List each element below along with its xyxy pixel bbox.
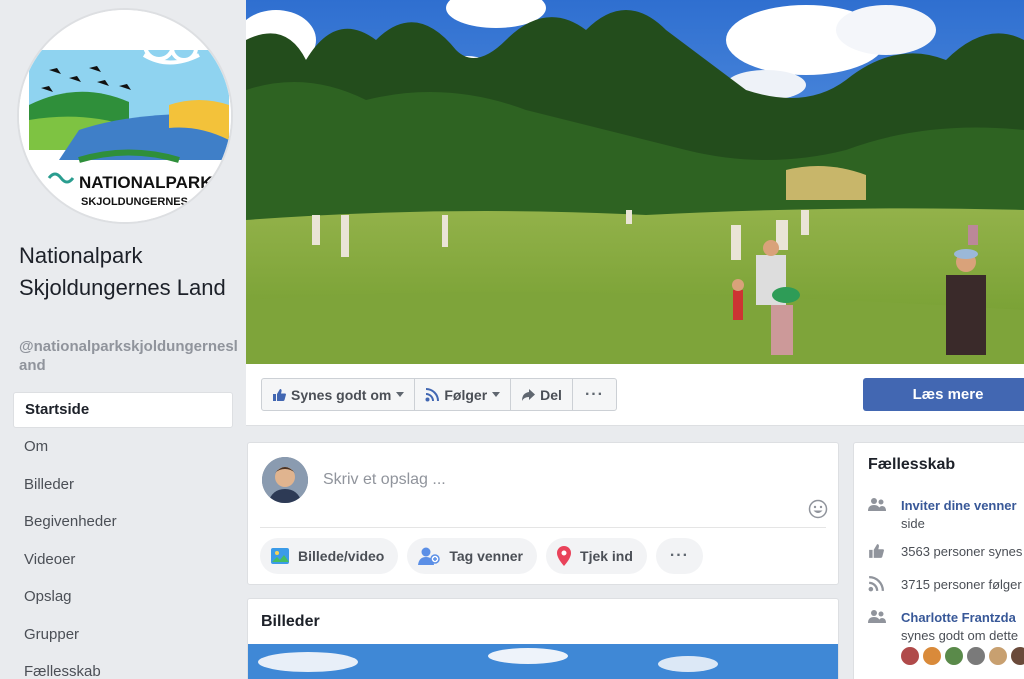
likes-count: 3563 personer synes: [901, 544, 1023, 559]
friend-avatar[interactable]: [922, 646, 942, 666]
post-composer: Skriv et opslag ... Billede/video Tag ve…: [247, 442, 839, 585]
like-button-label: Synes godt om: [291, 386, 392, 403]
nav-item-billeder[interactable]: Billeder: [13, 466, 233, 504]
post-input[interactable]: Skriv et opslag ...: [323, 471, 446, 489]
community-title: Fællesskab: [868, 456, 956, 473]
page-handle[interactable]: @nationalparkskjoldungernesland: [19, 337, 239, 375]
follow-button-label: Følger: [444, 386, 488, 403]
friend-avatar[interactable]: [944, 646, 964, 666]
page-nav: Startside Om Billeder Begivenheder Video…: [13, 392, 233, 679]
nav-item-om[interactable]: Om: [13, 428, 233, 466]
thumbs-up-icon: [273, 388, 286, 401]
nav-item-grupper[interactable]: Grupper: [13, 616, 233, 654]
nav-item-faellesskab[interactable]: Fællesskab: [13, 653, 233, 679]
thumbs-up-icon: [869, 544, 884, 558]
logo-text-skjoldungernes: SKJOLDUNGERNES: [81, 196, 188, 208]
tag-friends-icon: [418, 547, 441, 565]
community-card: Fællesskab Inviter dine venner side 3563…: [853, 442, 1024, 679]
friend-name-link[interactable]: Charlotte Frantzda: [901, 609, 1018, 627]
friend-avatars: [900, 646, 1024, 666]
friend-avatar[interactable]: [900, 646, 920, 666]
left-column: NATIONALPARK SKJOLDUNGERNES Nationalpark…: [0, 0, 246, 679]
photo-icon: [271, 548, 289, 564]
follow-button[interactable]: Følger: [415, 379, 512, 410]
nav-item-begivenheder[interactable]: Begivenheder: [13, 503, 233, 541]
logo-text-national: NATIONALPARK: [79, 173, 213, 192]
photo-video-button[interactable]: Billede/video: [260, 538, 399, 574]
share-button[interactable]: Del: [511, 379, 573, 410]
people-icon: [868, 610, 886, 623]
user-avatar[interactable]: [262, 457, 308, 503]
friend-avatar[interactable]: [966, 646, 986, 666]
composer-actions: Billede/video Tag venner Tjek ind ···: [260, 538, 703, 574]
page-action-bar: Synes godt om Følger Del ··· Læs mere: [246, 364, 1024, 426]
rss-icon: [425, 387, 440, 401]
follows-count: 3715 personer følger: [901, 577, 1022, 592]
composer-more-button[interactable]: ···: [655, 538, 703, 574]
chevron-down-icon: [492, 392, 501, 397]
chevron-down-icon: [396, 392, 405, 397]
rss-icon: [868, 576, 884, 592]
friend-avatar[interactable]: [988, 646, 1008, 666]
park-logo: NATIONALPARK SKJOLDUNGERNES: [19, 10, 231, 222]
emoji-icon[interactable]: [808, 499, 828, 519]
nav-item-startside[interactable]: Startside: [13, 392, 233, 428]
friend-avatar[interactable]: [1010, 646, 1024, 666]
check-in-button[interactable]: Tjek ind: [546, 538, 647, 574]
check-in-label: Tjek ind: [580, 548, 633, 564]
invite-friends-rest: side: [901, 516, 925, 531]
tag-friends-button[interactable]: Tag venner: [407, 538, 538, 574]
page-action-buttons: Synes godt om Følger Del ···: [261, 378, 617, 411]
friend-likes-rest: synes godt om dette: [901, 628, 1019, 643]
page-title: Nationalpark Skjoldungernes Land: [19, 243, 226, 300]
nav-item-videoer[interactable]: Videoer: [13, 541, 233, 579]
photo-video-label: Billede/video: [298, 548, 385, 564]
cover-photo[interactable]: [246, 0, 1024, 364]
share-button-label: Del: [540, 386, 562, 403]
photos-preview[interactable]: [248, 644, 839, 679]
like-button[interactable]: Synes godt om: [262, 379, 416, 410]
invite-friends-link[interactable]: Inviter dine venner: [901, 497, 1017, 515]
user-photo: [262, 457, 308, 503]
tag-friends-label: Tag venner: [449, 548, 524, 564]
share-arrow-icon: [522, 388, 536, 401]
page-profile-picture[interactable]: NATIONALPARK SKJOLDUNGERNES: [17, 8, 233, 224]
photos-title[interactable]: Billeder: [261, 613, 320, 631]
location-pin-icon: [557, 546, 572, 566]
read-more-button[interactable]: Læs mere: [863, 378, 1024, 411]
photos-card: Billeder: [247, 598, 839, 679]
more-options-button[interactable]: ···: [573, 379, 616, 410]
composer-divider: [260, 527, 826, 528]
cover-image: [246, 0, 1024, 364]
nav-item-opslag[interactable]: Opslag: [13, 578, 233, 616]
people-icon: [868, 498, 886, 511]
